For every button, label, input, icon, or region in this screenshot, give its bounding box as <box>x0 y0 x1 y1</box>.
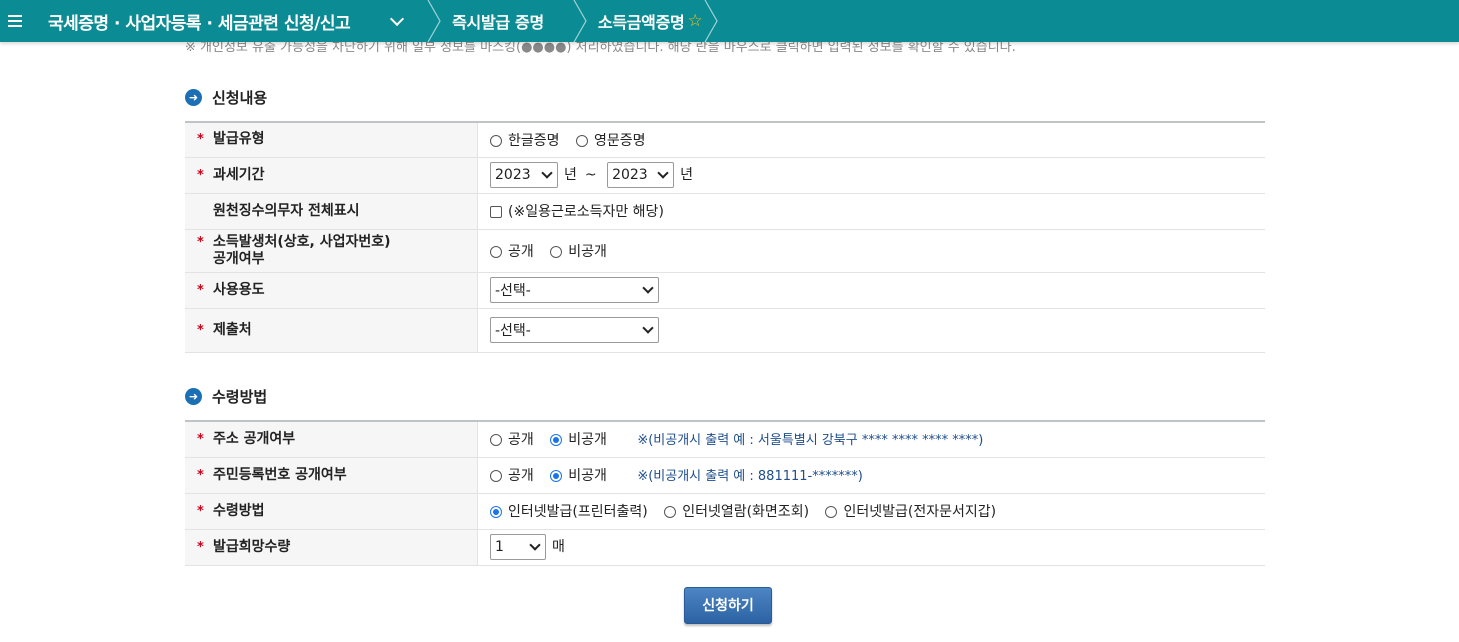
breadcrumb-separator-icon <box>572 0 602 42</box>
radio-korean-certificate[interactable]: 한글증명 <box>490 133 560 149</box>
apply-button[interactable]: 신청하기 <box>684 587 772 624</box>
row-rrn: * 주민등록번호 공개여부 공개 비공개 ※(비공개시 출력 예 : 881111… <box>185 457 1265 494</box>
label-quantity: * 발급희망수량 <box>185 529 478 566</box>
section-title-text: 신청내용 <box>212 89 268 107</box>
section-title-receipt: ➜ 수령방법 <box>185 386 267 407</box>
row-method: * 수령방법 인터넷발급(프린터출력) 인터넷열람(화면조회) 인터넷발급(전자문… <box>185 493 1265 530</box>
label-rrn: * 주민등록번호 공개여부 <box>185 457 478 494</box>
label-withholding: 원천징수의무자 전체표시 <box>185 193 478 230</box>
row-quantity: * 발급희망수량 1매 <box>185 529 1265 566</box>
checkbox-withholding-all[interactable]: (※일용근로소득자만 해당) <box>490 204 664 220</box>
breadcrumb-separator-icon <box>703 0 733 42</box>
submit-to-select[interactable]: -선택- <box>490 317 659 343</box>
tax-period-to-select[interactable]: 2023 <box>607 162 675 188</box>
chevron-down-icon[interactable] <box>390 11 405 26</box>
radio-method-print[interactable]: 인터넷발급(프린터출력) <box>490 504 648 520</box>
radio-address-private[interactable]: 비공개 <box>550 432 607 448</box>
favorite-star-icon[interactable]: ☆ <box>687 11 702 31</box>
address-private-example: ※(비공개시 출력 예 : 서울특별시 강북구 **** **** **** *… <box>637 433 984 449</box>
label-issue-type: * 발급유형 <box>185 122 478 158</box>
row-address: * 주소 공개여부 공개 비공개 ※(비공개시 출력 예 : 서울특별시 강북구 … <box>185 421 1265 458</box>
label-address: * 주소 공개여부 <box>185 421 478 458</box>
receipt-form-table: * 주소 공개여부 공개 비공개 ※(비공개시 출력 예 : 서울특별시 강북구 … <box>185 420 1265 566</box>
radio-rrn-public[interactable]: 공개 <box>490 468 534 484</box>
row-issue-type: * 발급유형 한글증명 영문증명 <box>185 122 1265 158</box>
arrow-right-circle-icon: ➜ <box>185 388 202 405</box>
chevron-down-icon <box>529 539 541 551</box>
chevron-down-icon <box>541 167 553 179</box>
top-nav-bar: 국세증명 · 사업자등록 · 세금관련 신청/신고 즉시발급 증명 소득금액증명… <box>0 0 1459 42</box>
label-income-source: * 소득발생처(상호, 사업자번호) 공개여부 <box>185 229 478 273</box>
label-submit-to: * 제출처 <box>185 308 478 353</box>
rrn-private-example: ※(비공개시 출력 예 : 881111-*******) <box>637 469 863 484</box>
label-tax-period: * 과세기간 <box>185 157 478 194</box>
radio-address-public[interactable]: 공개 <box>490 432 534 448</box>
purpose-select[interactable]: -선택- <box>490 277 659 303</box>
row-income-source: * 소득발생처(상호, 사업자번호) 공개여부 공개 비공개 <box>185 229 1265 273</box>
breadcrumb-income-certificate[interactable]: 소득금액증명 <box>598 9 685 33</box>
chevron-down-icon <box>642 322 654 334</box>
nav-main-title[interactable]: 국세증명 · 사업자등록 · 세금관련 신청/신고 <box>48 9 351 34</box>
row-purpose: * 사용용도 -선택- <box>185 272 1265 309</box>
radio-english-certificate[interactable]: 영문증명 <box>575 133 646 149</box>
menu-icon[interactable] <box>8 12 22 30</box>
label-method: * 수령방법 <box>185 493 478 530</box>
radio-income-source-public[interactable]: 공개 <box>490 244 534 260</box>
row-withholding: 원천징수의무자 전체표시 (※일용근로소득자만 해당) <box>185 193 1265 230</box>
breadcrumb-separator-icon <box>426 0 456 42</box>
row-submit-to: * 제출처 -선택- <box>185 308 1265 353</box>
label-purpose: * 사용용도 <box>185 272 478 309</box>
quantity-select[interactable]: 1 <box>490 534 546 560</box>
chevron-down-icon <box>657 167 669 179</box>
radio-income-source-private[interactable]: 비공개 <box>550 244 607 260</box>
section-title-application: ➜ 신청내용 <box>185 87 267 108</box>
row-tax-period: * 과세기간 2023 년 ~ 2023 년 <box>185 157 1265 194</box>
breadcrumb-instant-issue[interactable]: 즉시발급 증명 <box>452 9 544 33</box>
arrow-right-circle-icon: ➜ <box>185 89 202 106</box>
radio-method-view[interactable]: 인터넷열람(화면조회) <box>664 504 809 520</box>
section-title-text: 수령방법 <box>212 388 268 406</box>
radio-method-wallet[interactable]: 인터넷발급(전자문서지갑) <box>825 504 996 520</box>
chevron-down-icon <box>642 282 654 294</box>
radio-rrn-private[interactable]: 비공개 <box>550 468 607 484</box>
application-form-table: * 발급유형 한글증명 영문증명 * 과세기간 2023 년 ~ 2023 년 원천징수의… <box>185 121 1265 353</box>
tax-period-from-select[interactable]: 2023 <box>490 162 558 188</box>
